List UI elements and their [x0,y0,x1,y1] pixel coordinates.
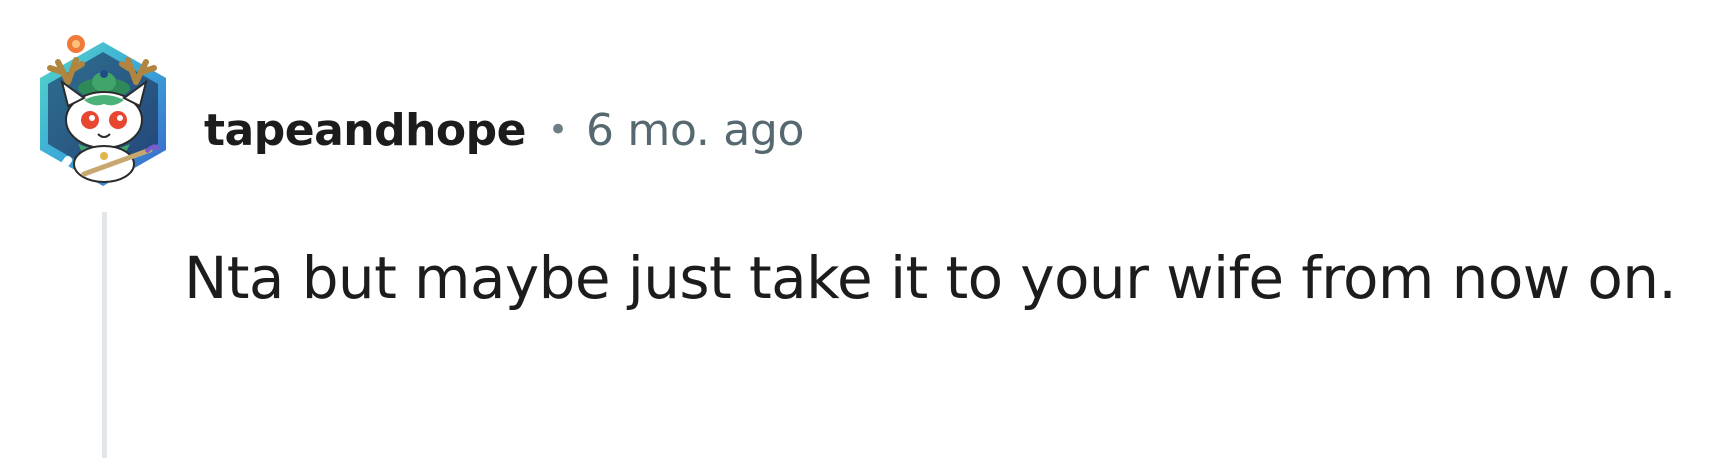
user-avatar[interactable] [28,24,178,204]
comment-body: Nta but maybe just take it to your wife … [184,244,1677,312]
comment: tapeandhope • 6 mo. ago Nta but maybe ju… [0,0,1732,458]
timestamp-link[interactable]: 6 mo. ago [586,105,804,156]
comment-meta: tapeandhope • 6 mo. ago [204,94,804,166]
username-link[interactable]: tapeandhope [204,105,526,156]
snoo-avatar-icon [40,35,166,188]
thread-line[interactable] [102,212,107,458]
meta-separator: • [547,110,569,150]
